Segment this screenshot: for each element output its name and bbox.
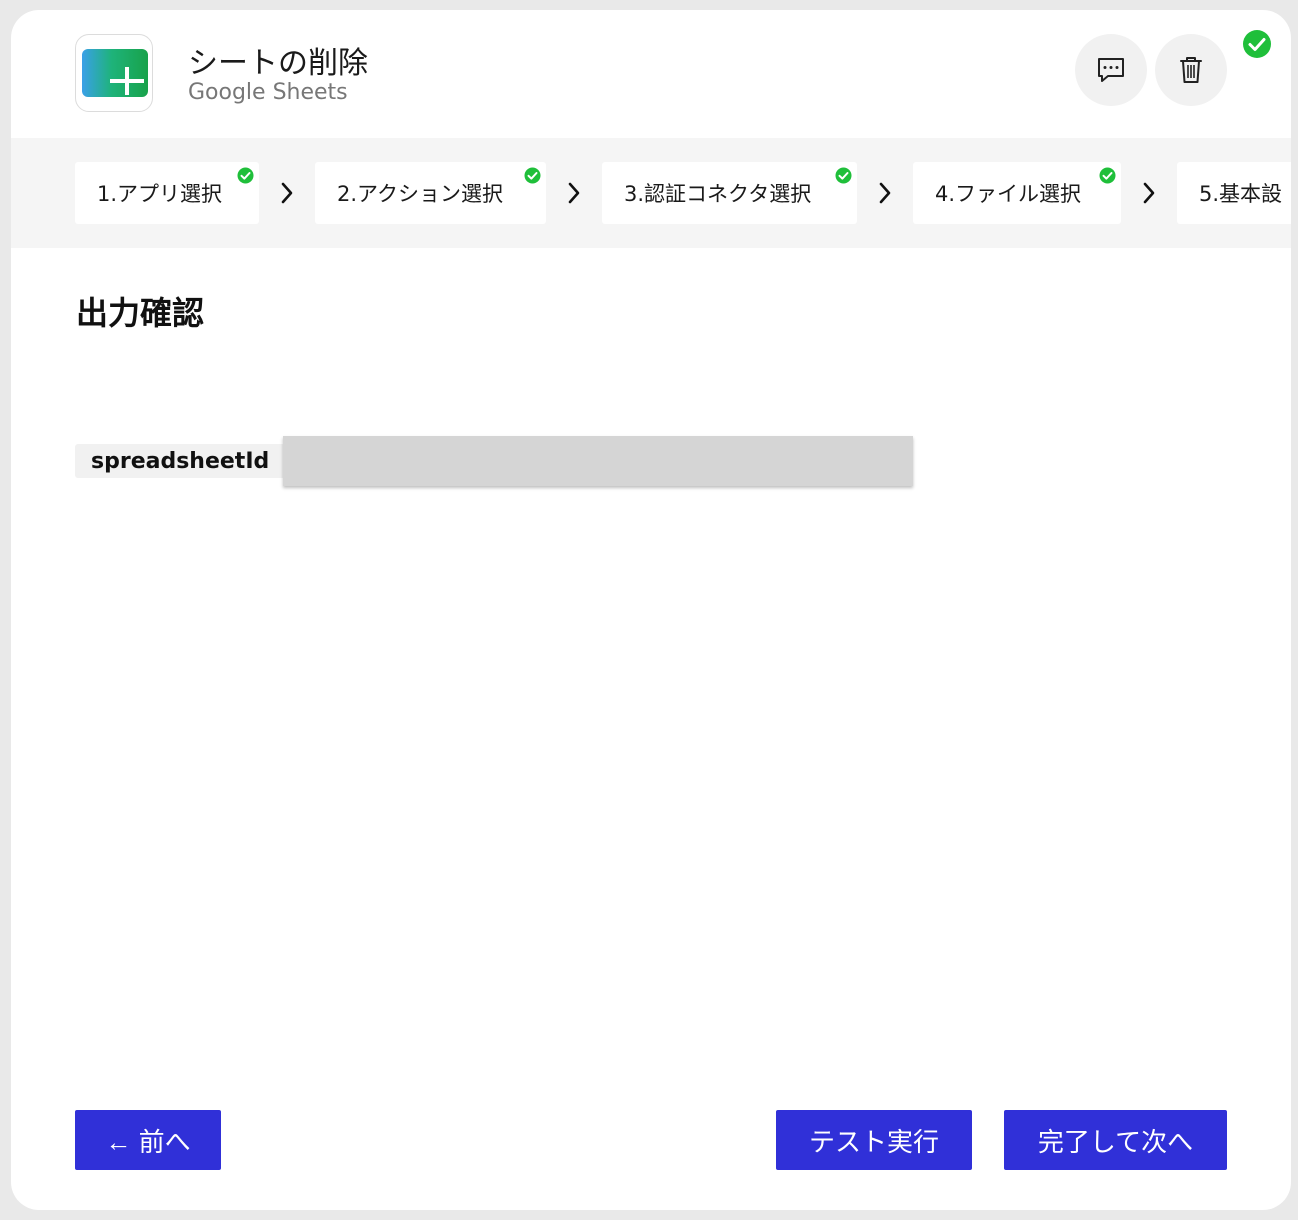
- google-sheets-icon: [82, 49, 148, 97]
- step-label: 3.認証コネクタ選択: [624, 182, 812, 206]
- action-title: シートの削除: [188, 46, 368, 81]
- test-run-button[interactable]: テスト実行: [776, 1110, 972, 1170]
- chevron-right-icon: [879, 182, 891, 204]
- step-connector-select[interactable]: 3.認証コネクタ選択: [602, 162, 857, 224]
- output-field-value: [283, 436, 913, 486]
- step-label: 5.基本設: [1199, 182, 1283, 206]
- complete-next-button[interactable]: 完了して次へ: [1004, 1110, 1227, 1170]
- previous-button[interactable]: ← 前へ: [75, 1110, 221, 1170]
- step-label: 2.アクション選択: [337, 182, 503, 206]
- chevron-right-icon: [568, 182, 580, 204]
- trash-icon: [1180, 57, 1202, 83]
- app-name: Google Sheets: [188, 80, 348, 105]
- comment-button[interactable]: [1075, 34, 1147, 106]
- section-title: 出力確認: [76, 294, 205, 332]
- check-circle-icon: [1243, 30, 1271, 58]
- delete-button[interactable]: [1155, 34, 1227, 106]
- step-navigation: 1.アプリ選択 2.アクション選択 3.認証コネクタ選択 4.ファイル選択 5.…: [11, 138, 1291, 248]
- comment-icon: [1098, 58, 1124, 82]
- step-app-select[interactable]: 1.アプリ選択: [75, 162, 259, 224]
- step-basic-settings[interactable]: 5.基本設: [1177, 162, 1291, 224]
- check-icon: [237, 167, 254, 184]
- chevron-right-icon: [281, 182, 293, 204]
- chevron-right-icon: [1143, 182, 1155, 204]
- check-icon: [1099, 167, 1116, 184]
- step-action-select[interactable]: 2.アクション選択: [315, 162, 546, 224]
- action-settings-card: シートの削除 Google Sheets 1.アプリ選択 2.アクション選択 3…: [11, 10, 1291, 1210]
- check-icon: [835, 167, 852, 184]
- output-field-label: spreadsheetId: [75, 444, 286, 478]
- app-icon: [75, 34, 153, 112]
- step-label: 1.アプリ選択: [97, 182, 223, 206]
- step-file-select[interactable]: 4.ファイル選択: [913, 162, 1121, 224]
- step-label: 4.ファイル選択: [935, 182, 1082, 206]
- check-icon: [524, 167, 541, 184]
